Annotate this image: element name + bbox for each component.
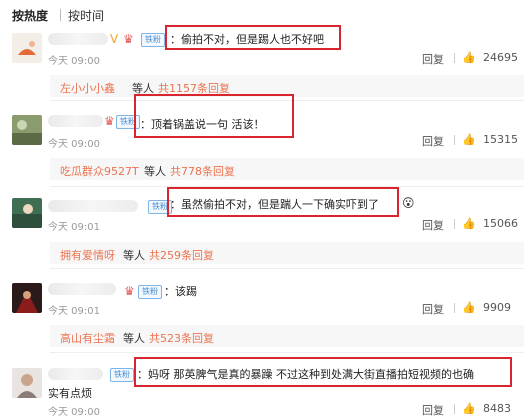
action-divider: [454, 135, 455, 145]
action-divider: [454, 404, 455, 414]
comment-time: 今天 09:00: [48, 139, 100, 150]
thumbs-up-icon[interactable]: 👍: [462, 402, 476, 415]
username-blurred[interactable]: [48, 115, 103, 127]
fans-badge: 铁粉: [110, 368, 134, 382]
sub-reply-row[interactable]: 吃瓜群众9527T 等人 共778条回复: [50, 158, 524, 180]
comment-text: ：偷拍不对，但是踢人也不好吧: [170, 33, 324, 46]
comment-time: 今天 09:00: [48, 56, 100, 67]
like-count: 15066: [483, 217, 518, 230]
thumbs-up-icon[interactable]: 👍: [462, 301, 476, 314]
comment-time: 今天 09:01: [48, 306, 100, 317]
avatar[interactable]: [12, 198, 42, 228]
comment-text-continued: 实有点烦: [48, 387, 92, 400]
comment-divider: [50, 352, 524, 353]
like-count: 24695: [483, 51, 518, 64]
avatar[interactable]: [12, 283, 42, 313]
reply-button[interactable]: 回复: [422, 217, 444, 233]
sort-tabs: 按热度 按时间: [0, 0, 524, 28]
reply-button[interactable]: 回复: [422, 301, 444, 317]
comment-text: ：妈呀 那英脾气是真的暴躁 不过这种到处满大街直播拍短视频的也确: [137, 368, 474, 381]
comment-text: ：该踢: [164, 285, 197, 298]
username-blurred[interactable]: [48, 200, 138, 212]
reply-button[interactable]: 回复: [422, 402, 444, 418]
comment-divider: [50, 268, 524, 269]
tab-divider: [60, 9, 61, 21]
reply-button[interactable]: 回复: [422, 51, 444, 67]
emoji-icon: 😮: [402, 196, 415, 210]
username-blurred[interactable]: [48, 368, 103, 380]
vip-v-icon: V: [110, 32, 119, 46]
avatar[interactable]: [12, 33, 42, 63]
sub-reply-label: 等人: [144, 165, 166, 178]
sub-reply-user[interactable]: 左小小小鑫: [60, 80, 115, 96]
sub-reply-row[interactable]: 高山有尘霜 等人 共523条回复: [50, 325, 524, 347]
crown-icon: ♛: [124, 284, 135, 298]
avatar[interactable]: [12, 368, 42, 398]
tab-hot[interactable]: 按热度: [12, 7, 48, 24]
sub-reply-count[interactable]: 共523条回复: [149, 330, 214, 346]
fans-badge: 铁粉: [138, 285, 162, 299]
thumbs-up-icon[interactable]: 👍: [462, 217, 476, 230]
sub-reply-user[interactable]: 高山有尘霜: [60, 330, 115, 346]
thumbs-up-icon[interactable]: 👍: [462, 51, 476, 64]
action-divider: [454, 303, 455, 313]
crown-icon: ♛: [104, 114, 115, 128]
sub-reply-row[interactable]: 拥有爱情呀 等人 共259条回复: [50, 242, 524, 264]
like-count: 9909: [483, 301, 511, 314]
sub-reply-user[interactable]: 拥有爱情呀: [60, 247, 115, 263]
crown-icon: ♛: [123, 32, 134, 46]
avatar[interactable]: [12, 115, 42, 145]
fans-badge: 铁粉: [141, 33, 165, 47]
like-count: 15315: [483, 133, 518, 146]
sub-reply-count[interactable]: 共778条回复: [170, 163, 235, 179]
sub-reply-label: 等人: [123, 249, 145, 262]
comment-text: ：虽然偷拍不对，但是踹人一下确实吓到了: [170, 198, 379, 211]
thumbs-up-icon[interactable]: 👍: [462, 133, 476, 146]
username-blurred[interactable]: [48, 283, 116, 295]
reply-button[interactable]: 回复: [422, 133, 444, 149]
sub-reply-count[interactable]: 共259条回复: [149, 247, 214, 263]
sub-reply-user[interactable]: 吃瓜群众9527T: [60, 163, 139, 179]
action-divider: [454, 53, 455, 63]
sub-reply-label: 等人: [123, 332, 145, 345]
action-divider: [454, 219, 455, 229]
comment-text: ：顶着锅盖说一句 活该！: [140, 118, 265, 131]
comment-time: 今天 09:00: [48, 407, 100, 418]
username-blurred[interactable]: [48, 33, 108, 45]
tab-time[interactable]: 按时间: [68, 7, 104, 24]
comment-time: 今天 09:01: [48, 222, 100, 233]
like-count: 8483: [483, 402, 511, 415]
